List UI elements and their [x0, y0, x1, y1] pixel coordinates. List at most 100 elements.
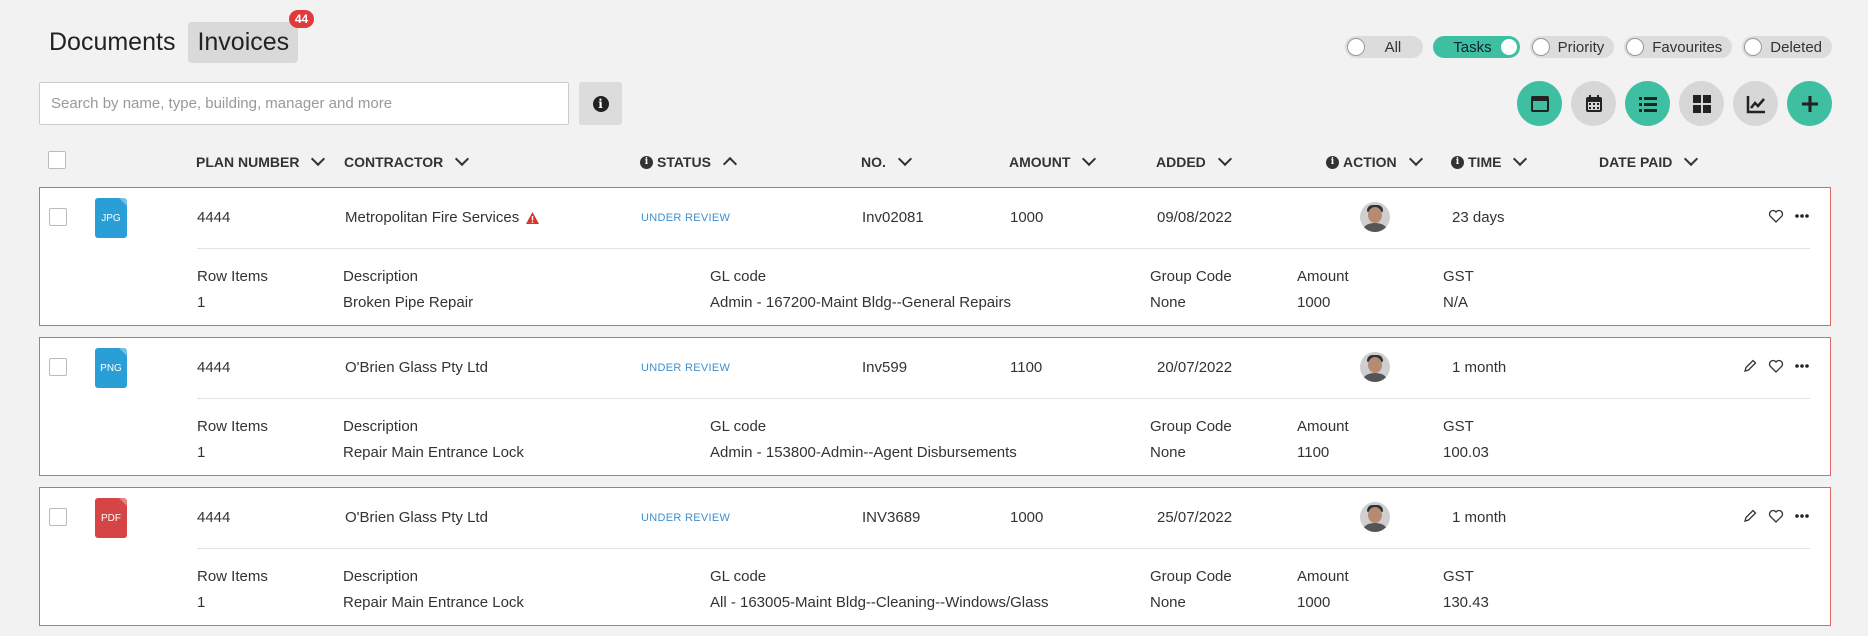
column-plan-number[interactable]: PLAN NUMBER: [196, 151, 326, 170]
info-icon: i: [1326, 155, 1339, 169]
avatar-head: [1368, 357, 1382, 373]
detail-header-gst: GST: [1443, 268, 1474, 285]
search-info-button[interactable]: i: [579, 82, 622, 125]
chevron-down-icon: [455, 151, 470, 167]
chevron-down-icon: [1684, 151, 1699, 167]
search-input[interactable]: [40, 83, 568, 124]
pencil-icon[interactable]: [1742, 508, 1758, 524]
detail-header-gst: GST: [1443, 418, 1474, 435]
tab-invoices[interactable]: Invoices 44: [188, 10, 315, 63]
detail-gl-code: All - 163005-Maint Bldg--Cleaning--Windo…: [710, 594, 1049, 611]
table-view-button[interactable]: [1517, 81, 1562, 126]
tab-invoices-label: Invoices: [197, 28, 290, 56]
column-plan-number-label: PLAN NUMBER: [196, 154, 300, 170]
filter-deleted-toggle[interactable]: Deleted: [1742, 36, 1832, 58]
detail-header-amount: Amount: [1297, 568, 1349, 585]
column-action-label: ACTION: [1343, 154, 1397, 170]
list-view-button[interactable]: [1625, 81, 1670, 126]
detail-gl-code: Admin - 153800-Admin--Agent Disbursement…: [710, 444, 1017, 461]
column-action[interactable]: i ACTION: [1326, 151, 1423, 170]
column-amount[interactable]: AMOUNT: [1009, 151, 1097, 170]
chevron-down-icon: [1082, 151, 1097, 167]
plan-number: 4444: [197, 209, 231, 226]
tab-documents[interactable]: Documents: [40, 22, 184, 63]
calendar-view-button[interactable]: [1571, 81, 1616, 126]
pdf-file-icon[interactable]: PDF: [95, 498, 127, 538]
filter-tasks-toggle[interactable]: Tasks: [1433, 36, 1520, 58]
row-checkbox[interactable]: [49, 208, 67, 226]
detail-description: Broken Pipe Repair: [343, 294, 474, 311]
document-tabs: Documents Invoices 44: [40, 10, 315, 63]
heart-icon[interactable]: [1768, 508, 1784, 524]
plan-number: 4444: [197, 509, 231, 526]
png-file-icon[interactable]: PNG: [95, 348, 127, 388]
detail-header-amount: Amount: [1297, 418, 1349, 435]
column-added[interactable]: ADDED: [1156, 151, 1232, 170]
more-icon[interactable]: [1794, 208, 1810, 224]
filter-favourites-toggle[interactable]: Favourites: [1624, 36, 1733, 58]
invoice-number: Inv599: [862, 359, 908, 376]
detail-description: Repair Main Entrance Lock: [343, 594, 524, 611]
column-status[interactable]: i STATUS: [640, 154, 737, 172]
column-status-label: STATUS: [657, 154, 711, 170]
avatar[interactable]: [1360, 502, 1390, 532]
column-no[interactable]: NO.: [861, 151, 912, 170]
column-contractor[interactable]: CONTRACTOR: [344, 151, 470, 170]
calendar-icon: [1585, 94, 1602, 112]
pencil-icon[interactable]: [1742, 358, 1758, 374]
more-icon[interactable]: [1794, 358, 1810, 374]
contractor-name: Metropolitan Fire Services: [345, 209, 520, 226]
table-header: PLAN NUMBER CONTRACTOR i STATUS NO. AMOUN…: [39, 150, 1831, 176]
toggle-knob: [1531, 38, 1550, 56]
detail-header-gl-code: GL code: [710, 418, 767, 435]
added-date: 20/07/2022: [1157, 359, 1233, 376]
invoice-row[interactable]: JPG 4444 Metropolitan Fire Services UNDE…: [39, 187, 1831, 326]
search-box: [39, 82, 569, 125]
row-divider: [197, 398, 1810, 399]
avatar-head: [1368, 507, 1382, 523]
invoice-row[interactable]: PNG 4444 O'Brien Glass Pty Ltd UNDER REV…: [39, 337, 1831, 476]
avatar[interactable]: [1360, 352, 1390, 382]
filter-all-toggle[interactable]: All: [1344, 36, 1424, 58]
column-no-label: NO.: [861, 154, 886, 170]
table-view-icon: [1530, 95, 1549, 112]
invoice-number: INV3689: [862, 509, 921, 526]
info-icon: i: [1451, 155, 1464, 169]
detail-header-description: Description: [343, 268, 419, 285]
column-amount-label: AMOUNT: [1009, 154, 1071, 170]
time-elapsed: 23 days: [1452, 209, 1505, 226]
column-date-paid[interactable]: DATE PAID: [1599, 151, 1699, 170]
more-icon[interactable]: [1794, 508, 1810, 524]
list-view-icon: [1638, 96, 1657, 112]
info-icon: i: [592, 95, 609, 112]
invoice-number: Inv02081: [862, 209, 924, 226]
row-checkbox[interactable]: [49, 508, 67, 526]
jpg-file-icon[interactable]: JPG: [95, 198, 127, 238]
column-time[interactable]: i TIME: [1451, 151, 1528, 170]
heart-icon[interactable]: [1768, 358, 1784, 374]
analytics-button[interactable]: [1733, 81, 1778, 126]
invoice-amount: 1100: [1010, 359, 1043, 376]
avatar[interactable]: [1360, 202, 1390, 232]
row-actions: [1742, 508, 1810, 524]
view-toolbar: [1517, 81, 1832, 126]
heart-icon[interactable]: [1768, 208, 1784, 224]
invoice-row[interactable]: PDF 4444 O'Brien Glass Pty Ltd UNDER REV…: [39, 487, 1831, 626]
grid-view-button[interactable]: [1679, 81, 1724, 126]
time-elapsed: 1 month: [1452, 359, 1507, 376]
row-checkbox[interactable]: [49, 358, 67, 376]
detail-gst: 130.43: [1443, 594, 1489, 611]
detail-header-group-code: Group Code: [1150, 268, 1232, 285]
filter-priority-toggle[interactable]: Priority: [1529, 36, 1615, 58]
status-badge[interactable]: UNDER REVIEW: [641, 212, 730, 224]
status-badge[interactable]: UNDER REVIEW: [641, 362, 730, 374]
warning-icon: [526, 211, 540, 224]
select-all-checkbox[interactable]: [48, 151, 66, 169]
detail-header-group-code: Group Code: [1150, 568, 1232, 585]
chevron-up-icon: [722, 156, 737, 172]
add-button[interactable]: [1787, 81, 1832, 126]
detail-amount: 1000: [1297, 294, 1331, 311]
status-badge[interactable]: UNDER REVIEW: [641, 512, 730, 524]
detail-header-amount: Amount: [1297, 268, 1349, 285]
invoice-amount: 1000: [1010, 209, 1044, 226]
